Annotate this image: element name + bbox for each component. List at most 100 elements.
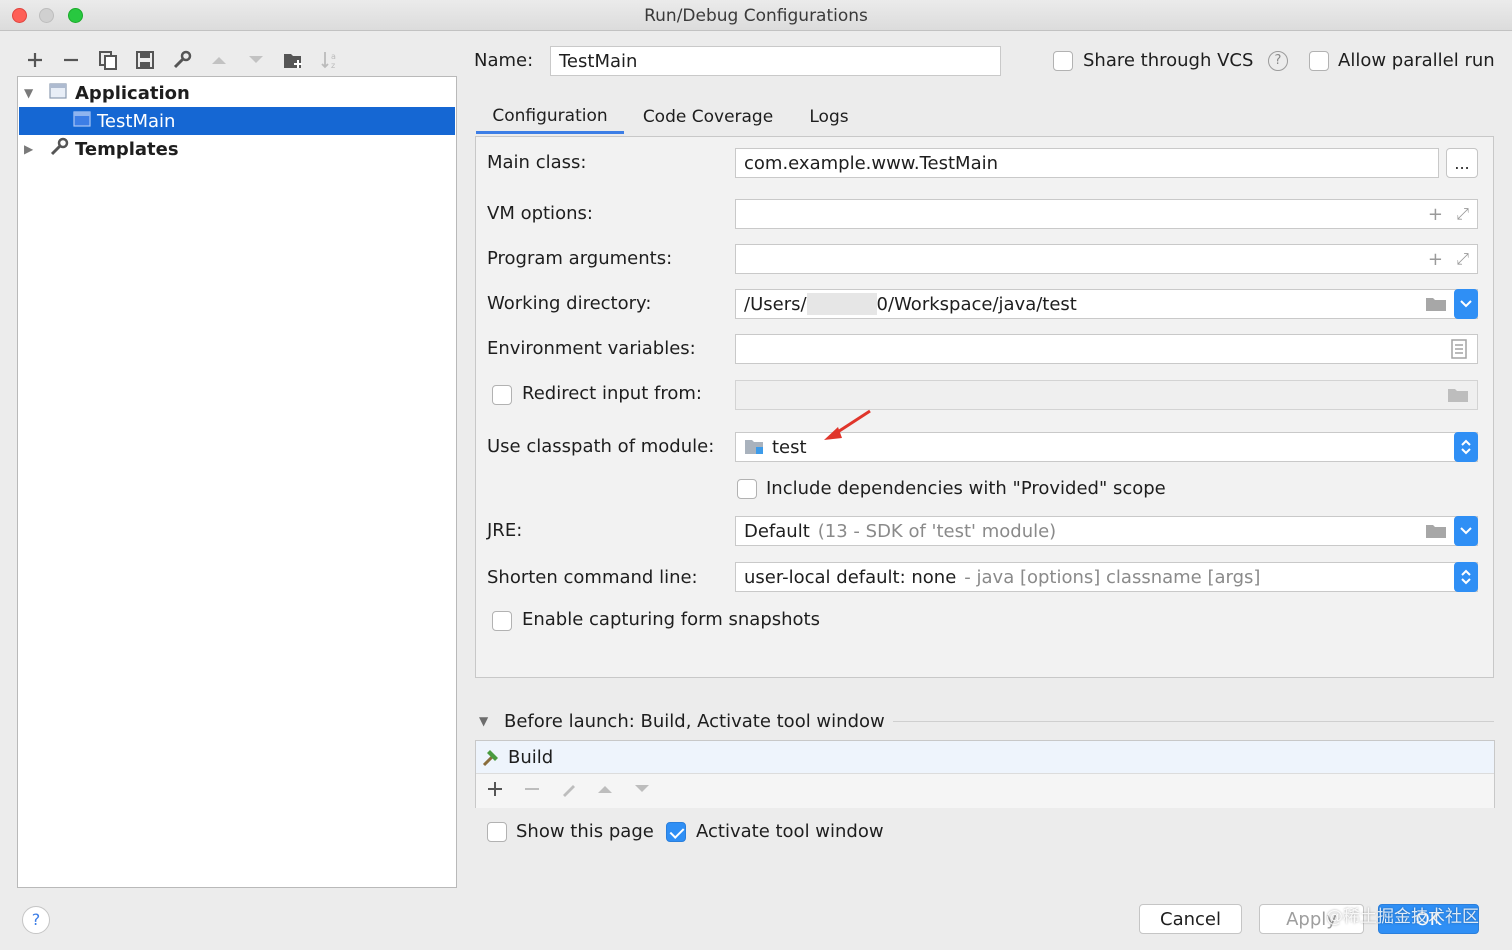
- annotation-arrow-icon: [824, 409, 871, 440]
- sort-icon[interactable]: az: [316, 46, 344, 74]
- shorten-command-dropdown-button[interactable]: [1454, 562, 1478, 592]
- include-dependencies-checkbox[interactable]: [737, 479, 757, 499]
- name-value: TestMain: [559, 50, 638, 72]
- minus-icon[interactable]: [57, 46, 85, 74]
- allow-parallel-checkbox[interactable]: [1309, 51, 1329, 71]
- jre-label: JRE:: [487, 520, 523, 541]
- classpath-module-dropdown-button[interactable]: [1454, 432, 1478, 462]
- folder-icon[interactable]: [1425, 295, 1447, 318]
- window-title: Run/Debug Configurations: [644, 6, 868, 26]
- shorten-command-select[interactable]: user-local default: none - java [options…: [735, 562, 1478, 592]
- plus-icon[interactable]: +: [1428, 204, 1443, 225]
- arrow-up-icon[interactable]: [205, 46, 233, 74]
- shorten-command-hint: - java [options] classname [args]: [964, 566, 1261, 588]
- tree-item-templates[interactable]: ▶ Templates: [19, 135, 455, 163]
- expand-icon[interactable]: ⤢: [1456, 249, 1469, 269]
- before-launch-list: Build: [475, 740, 1495, 808]
- arrow-down-icon[interactable]: [633, 780, 651, 802]
- expand-icon[interactable]: ⤢: [1456, 204, 1469, 224]
- new-folder-icon[interactable]: [279, 46, 307, 74]
- activate-tool-window-checkbox[interactable]: [666, 822, 686, 842]
- show-page-label: Show this page: [516, 821, 654, 842]
- redirect-input-checkbox[interactable]: [492, 385, 512, 405]
- main-class-input[interactable]: com.example.www.TestMain: [735, 148, 1439, 178]
- jre-hint: (13 - SDK of 'test' module): [817, 520, 1057, 542]
- chevron-updown-icon: [1461, 439, 1471, 455]
- before-launch-task-label: Build: [508, 746, 554, 768]
- tree-item-application[interactable]: ▼ Application: [19, 79, 455, 107]
- application-config-icon: [73, 110, 91, 133]
- plus-icon[interactable]: [21, 46, 49, 74]
- main-class-label: Main class:: [487, 152, 587, 173]
- working-directory-suffix: 0/Workspace/java/test: [876, 293, 1077, 315]
- working-directory-prefix: /Users/: [744, 293, 807, 315]
- share-vcs-label: Share through VCS: [1083, 50, 1254, 71]
- chevron-down-icon: [1460, 300, 1472, 308]
- before-launch-collapse-arrow-icon[interactable]: ▼: [479, 714, 488, 728]
- help-button[interactable]: ?: [22, 906, 50, 934]
- environment-variables-label: Environment variables:: [487, 338, 696, 359]
- wrench-icon: [49, 137, 69, 162]
- jre-dropdown-button[interactable]: [1454, 516, 1478, 546]
- module-icon: [744, 438, 764, 456]
- include-dependencies-label: Include dependencies with "Provided" sco…: [766, 478, 1166, 499]
- add-task-icon[interactable]: [486, 780, 504, 802]
- edit-task-icon[interactable]: [560, 780, 578, 802]
- tree-item-testmain[interactable]: TestMain: [19, 107, 455, 135]
- tree-item-label: TestMain: [97, 110, 176, 132]
- before-launch-task-row[interactable]: Build: [476, 741, 1494, 773]
- activate-tool-window-label: Activate tool window: [696, 821, 884, 842]
- working-directory-dropdown-button[interactable]: [1454, 289, 1478, 319]
- program-arguments-label: Program arguments:: [487, 248, 673, 269]
- working-directory-input[interactable]: /Users/ 0/Workspace/java/test: [735, 289, 1478, 319]
- vm-options-input[interactable]: + ⤢: [735, 199, 1478, 229]
- chevron-down-icon: [1460, 527, 1472, 535]
- shorten-command-value: user-local default: none: [744, 566, 957, 588]
- enable-snapshots-label: Enable capturing form snapshots: [522, 609, 820, 630]
- tree-item-label: Application: [75, 82, 190, 104]
- name-label: Name:: [474, 50, 534, 71]
- configuration-tree: ▼ Application TestMain ▶ Templates: [17, 76, 457, 888]
- svg-text:z: z: [331, 61, 335, 70]
- working-directory-label: Working directory:: [487, 293, 652, 314]
- redirect-input-label: Redirect input from:: [522, 383, 702, 404]
- save-icon[interactable]: [131, 46, 159, 74]
- redacted-username: [806, 293, 877, 315]
- folder-icon[interactable]: [1425, 522, 1447, 545]
- title-bar: Run/Debug Configurations: [0, 0, 1512, 31]
- tree-item-label: Templates: [75, 138, 179, 160]
- program-arguments-input[interactable]: + ⤢: [735, 244, 1478, 274]
- browse-main-class-button[interactable]: ...: [1446, 148, 1478, 178]
- copy-icon[interactable]: [94, 46, 122, 74]
- classpath-module-label: Use classpath of module:: [487, 436, 715, 457]
- show-page-checkbox[interactable]: [487, 822, 507, 842]
- classpath-module-value: test: [772, 436, 807, 458]
- share-vcs-checkbox[interactable]: [1053, 51, 1073, 71]
- cancel-button[interactable]: Cancel: [1139, 904, 1242, 934]
- tab-logs[interactable]: Logs: [798, 100, 860, 134]
- chevron-updown-icon: [1461, 569, 1471, 585]
- hammer-icon: [480, 746, 502, 768]
- tab-configuration[interactable]: Configuration: [476, 100, 624, 134]
- edit-list-icon[interactable]: [1451, 339, 1467, 364]
- svg-text:a: a: [331, 52, 336, 61]
- environment-variables-input[interactable]: [735, 334, 1478, 364]
- plus-icon[interactable]: +: [1428, 249, 1443, 270]
- enable-snapshots-checkbox[interactable]: [492, 611, 512, 631]
- folder-icon: [1447, 386, 1469, 409]
- jre-select[interactable]: Default (13 - SDK of 'test' module): [735, 516, 1478, 546]
- arrow-down-icon[interactable]: [242, 46, 270, 74]
- wrench-icon[interactable]: [168, 46, 196, 74]
- help-icon[interactable]: ?: [1268, 51, 1288, 71]
- tree-expanded-arrow-icon[interactable]: ▼: [24, 86, 33, 100]
- remove-task-icon[interactable]: [523, 780, 541, 802]
- arrow-up-icon[interactable]: [596, 780, 614, 802]
- tree-collapsed-arrow-icon[interactable]: ▶: [24, 142, 33, 156]
- watermark: @稀土掘金技术社区: [1326, 907, 1479, 927]
- name-input[interactable]: TestMain: [550, 46, 1001, 76]
- before-launch-title: Before launch: Build, Activate tool wind…: [504, 711, 885, 732]
- before-launch-divider: [893, 721, 1494, 722]
- jre-value: Default: [744, 520, 810, 542]
- application-icon: [49, 82, 67, 105]
- tab-code-coverage[interactable]: Code Coverage: [630, 100, 786, 134]
